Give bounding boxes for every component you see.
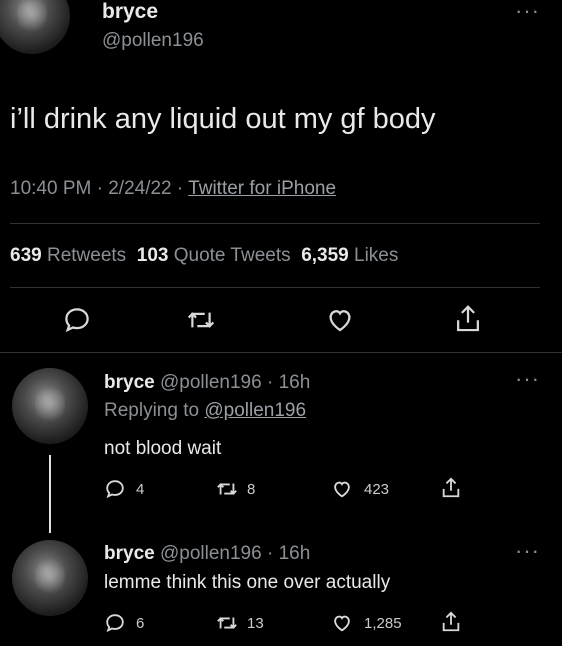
reply-handle-time[interactable]: @pollen196 · 16h	[160, 372, 310, 393]
avatar[interactable]	[12, 540, 88, 616]
main-tweet-text: i’ll drink any liquid out my gf body	[10, 103, 436, 135]
like-button[interactable]	[325, 305, 355, 335]
reply-button[interactable]	[62, 305, 92, 335]
heart-icon	[334, 615, 350, 632]
retweet-button[interactable]: 13	[215, 612, 264, 634]
reply-text: lemme think this one over actually	[104, 572, 391, 593]
share-button[interactable]	[440, 610, 462, 634]
main-handle[interactable]: @pollen196	[102, 30, 204, 52]
like-count: 423	[364, 480, 390, 498]
retweets-count: 639	[10, 245, 42, 266]
quotes-count: 103	[136, 245, 169, 266]
thread-line	[49, 455, 51, 533]
tweet-source-link[interactable]: Twitter for iPhone	[188, 178, 336, 199]
more-icon[interactable]: ···	[515, 368, 540, 390]
divider	[0, 352, 562, 353]
retweet-icon	[217, 483, 237, 495]
tweet-time: 10:40 PM	[10, 178, 92, 199]
reply-header: bryce @pollen196 · 16h	[104, 543, 310, 565]
retweet-button[interactable]: 8	[215, 478, 255, 500]
reply-icon	[65, 308, 89, 333]
main-display-name[interactable]: bryce	[102, 0, 158, 24]
replying-to-link[interactable]: @pollen196	[204, 400, 306, 421]
likes-label: Likes	[354, 245, 399, 266]
retweet-count: 13	[247, 614, 264, 632]
tweet-stats: 639 Retweets 103 Quote Tweets 6,359 Like…	[10, 245, 398, 267]
share-icon	[442, 611, 460, 632]
more-icon[interactable]: ···	[515, 540, 540, 562]
avatar[interactable]	[0, 0, 70, 54]
divider	[10, 223, 540, 224]
tweet-metadata: 10:40 PM · 2/24/22 · Twitter for iPhone	[10, 178, 336, 200]
reply-handle-time[interactable]: @pollen196 · 16h	[160, 543, 310, 564]
share-button[interactable]	[440, 476, 462, 500]
reply-display-name[interactable]: bryce	[104, 372, 155, 393]
reply-count: 4	[136, 480, 145, 498]
reply-icon	[106, 480, 124, 499]
retweet-icon	[187, 312, 215, 328]
reply-text: not blood wait	[104, 438, 222, 459]
like-button[interactable]: 423	[330, 478, 389, 500]
share-icon	[457, 305, 479, 332]
retweets-stat[interactable]: 639 Retweets	[10, 245, 126, 266]
replying-prefix: Replying to	[104, 400, 200, 421]
tweet-date: 2/24/22	[108, 178, 172, 199]
separator: ·	[96, 178, 103, 199]
heart-icon	[334, 481, 350, 498]
like-button[interactable]: 1,285	[330, 612, 402, 634]
avatar[interactable]	[12, 368, 88, 444]
replying-to: Replying to @pollen196	[104, 400, 306, 422]
reply-count: 6	[136, 614, 145, 632]
reply-button[interactable]: 4	[104, 478, 144, 500]
reply-button[interactable]: 6	[104, 612, 144, 634]
divider	[10, 287, 540, 288]
reply-display-name[interactable]: bryce	[104, 543, 155, 564]
more-icon[interactable]: ···	[515, 0, 540, 22]
retweets-label: Retweets	[46, 245, 127, 266]
heart-icon	[329, 310, 351, 332]
retweet-count: 8	[247, 480, 256, 498]
share-icon	[442, 477, 460, 498]
share-button[interactable]	[453, 303, 483, 335]
like-count: 1,285	[364, 614, 402, 632]
retweet-button[interactable]	[185, 305, 217, 335]
quotes-label: Quote Tweets	[173, 245, 291, 266]
reply-icon	[106, 614, 124, 633]
likes-count: 6,359	[301, 245, 349, 266]
separator: ·	[176, 178, 184, 199]
reply-header: bryce @pollen196 · 16h	[104, 372, 310, 394]
likes-stat[interactable]: 6,359 Likes	[301, 245, 398, 266]
quotes-stat[interactable]: 103 Quote Tweets	[137, 245, 291, 266]
retweet-icon	[217, 617, 237, 629]
